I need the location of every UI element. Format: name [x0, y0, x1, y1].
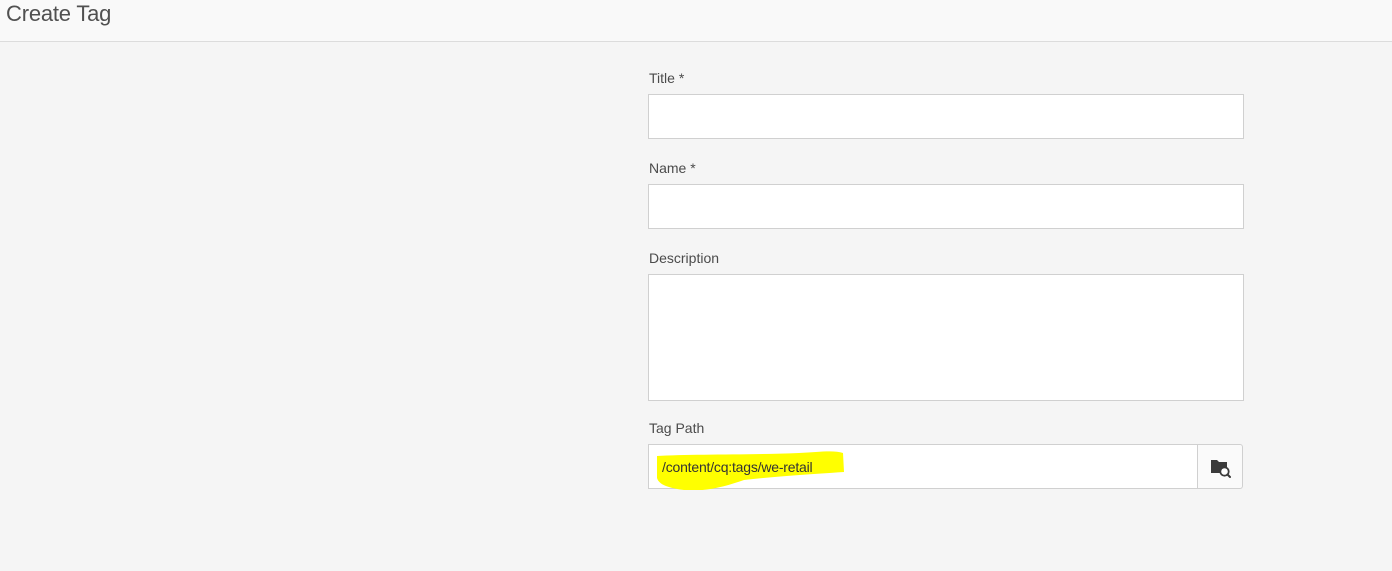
- description-label: Description: [649, 250, 720, 266]
- tag-path-input[interactable]: /content/cq:tags/we-retail: [648, 444, 1198, 490]
- tag-path-field: /content/cq:tags/we-retail: [648, 444, 1243, 490]
- title-label: Title *: [649, 70, 685, 86]
- create-tag-form: Title * Name * Description Tag Path /con…: [648, 68, 1244, 490]
- title-input[interactable]: [648, 94, 1244, 139]
- folder-search-icon: [1211, 459, 1232, 478]
- name-input[interactable]: [648, 184, 1244, 229]
- page-header: Create Tag: [0, 0, 1392, 42]
- tag-path-label: Tag Path: [649, 420, 705, 436]
- name-label: Name *: [649, 160, 696, 176]
- description-textarea[interactable]: [648, 274, 1244, 401]
- tag-path-value: /content/cq:tags/we-retail: [662, 459, 813, 475]
- page-title: Create Tag: [6, 1, 112, 26]
- browse-path-button[interactable]: [1197, 444, 1243, 489]
